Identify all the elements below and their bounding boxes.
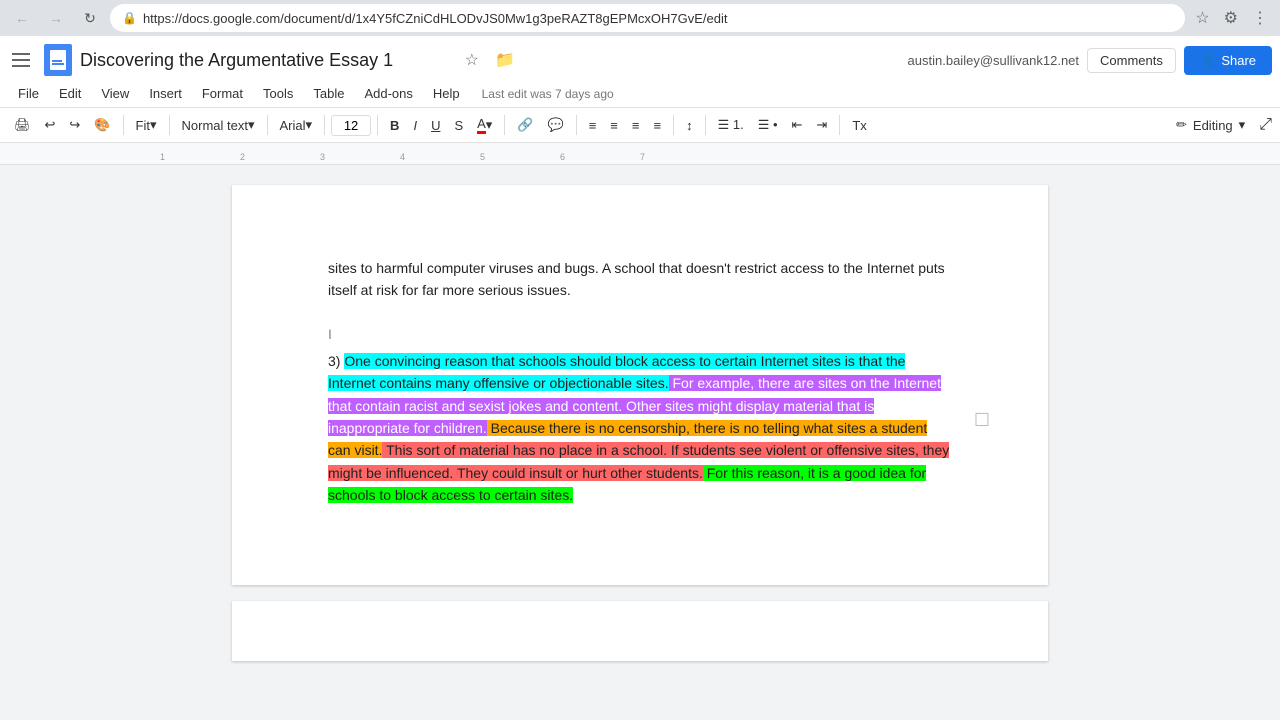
underline-button[interactable]: U	[425, 114, 446, 137]
ruler-mark-0: 1	[160, 152, 165, 162]
menu-file[interactable]: File	[8, 82, 49, 105]
folder-button[interactable]: 📁	[491, 48, 519, 72]
clear-format-button[interactable]: Tx	[846, 114, 872, 137]
text-color-button[interactable]: A ▾	[471, 112, 498, 138]
align-right-button[interactable]: ≡	[626, 114, 646, 137]
print-button[interactable]: 🖨	[8, 113, 37, 137]
formatting-toolbar: 🖨 ↩ ↪ 🎨 Fit ▾ Normal text ▾ Arial ▾ 12 B…	[0, 108, 1280, 143]
star-button[interactable]: ☆	[461, 48, 483, 72]
menu-addons[interactable]: Add-ons	[354, 82, 422, 105]
font-size-input[interactable]: 12	[331, 115, 371, 136]
back-button[interactable]: ←	[8, 4, 36, 32]
last-edit-text: Last edit was 7 days ago	[482, 87, 614, 101]
user-email: austin.bailey@sullivank12.net	[908, 53, 1079, 68]
extensions-icon[interactable]: ⚙	[1220, 4, 1242, 32]
zoom-selector[interactable]: Fit ▾	[130, 113, 163, 137]
title-row: Discovering the Argumentative Essay 1 ☆ …	[8, 40, 1272, 80]
document-page-1[interactable]: sites to harmful computer viruses and bu…	[232, 185, 1048, 585]
separator-2	[169, 115, 170, 135]
style-selector[interactable]: Normal text ▾	[176, 113, 261, 137]
separator-7	[576, 115, 577, 135]
ruler-mark-4: 5	[480, 152, 485, 162]
bold-button[interactable]: B	[384, 114, 405, 137]
separator-6	[504, 115, 505, 135]
menu-table[interactable]: Table	[303, 82, 354, 105]
align-justify-button[interactable]: ≡	[647, 114, 667, 137]
top-text-content: sites to harmful computer viruses and bu…	[328, 260, 945, 298]
line-spacing-button[interactable]: ↕	[680, 114, 699, 137]
menu-help[interactable]: Help	[423, 82, 470, 105]
bullet-list-button[interactable]: ☰ •	[752, 113, 784, 137]
indent-more-button[interactable]: ⇥	[810, 113, 833, 137]
address-bar[interactable]: 🔒 https://docs.google.com/document/d/1x4…	[110, 4, 1185, 32]
comments-button[interactable]: Comments	[1087, 48, 1176, 73]
separator-10	[839, 115, 840, 135]
ruler-mark-3: 4	[400, 152, 405, 162]
menu-tools[interactable]: Tools	[253, 82, 303, 105]
share-label: Share	[1221, 53, 1256, 68]
editing-label: Editing	[1193, 118, 1233, 133]
pencil-icon: ✏	[1176, 117, 1187, 133]
separator-5	[377, 115, 378, 135]
share-icon: 👤	[1200, 52, 1217, 69]
text-color-label: A	[477, 116, 486, 134]
share-button[interactable]: 👤 Share	[1184, 46, 1272, 75]
align-left-button[interactable]: ≡	[583, 114, 603, 137]
forward-button[interactable]: →	[42, 4, 70, 32]
menu-icon[interactable]: ⋮	[1248, 4, 1272, 32]
indent-less-button[interactable]: ⇤	[786, 113, 809, 137]
document-title[interactable]: Discovering the Argumentative Essay 1	[80, 50, 453, 71]
italic-button[interactable]: I	[407, 114, 423, 137]
ruler-mark-2: 3	[320, 152, 325, 162]
ruler-inner: 1 2 3 4 5 6 7	[160, 143, 1240, 164]
paragraph-3: 3) One convincing reason that schools sh…	[328, 350, 952, 507]
url-text: https://docs.google.com/document/d/1x4Y5…	[143, 11, 728, 26]
menu-view[interactable]: View	[91, 82, 139, 105]
menu-edit[interactable]: Edit	[49, 82, 91, 105]
menu-insert[interactable]: Insert	[139, 82, 192, 105]
docs-header: Discovering the Argumentative Essay 1 ☆ …	[0, 36, 1280, 108]
font-label: Arial	[280, 118, 306, 133]
bookmark-icon[interactable]: ☆	[1191, 4, 1213, 32]
text-cursor-area: I	[328, 326, 952, 342]
browser-chrome: ← → ↻ 🔒 https://docs.google.com/document…	[0, 0, 1280, 36]
editing-badge: ✏ Editing ▾ ⤢	[1176, 116, 1272, 134]
ruler-mark-1: 2	[240, 152, 245, 162]
undo-button[interactable]: ↩	[39, 113, 62, 137]
redo-button[interactable]: ↪	[63, 113, 86, 137]
separator-8	[673, 115, 674, 135]
secure-icon: 🔒	[122, 11, 137, 25]
align-center-button[interactable]: ≡	[604, 114, 624, 137]
ruler: 1 2 3 4 5 6 7	[0, 143, 1280, 165]
insert-link-button[interactable]: 🔗	[511, 113, 539, 137]
menu-bar: File Edit View Insert Format Tools Table…	[8, 80, 1272, 107]
separator-3	[267, 115, 268, 135]
separator-4	[324, 115, 325, 135]
document-area: sites to harmful computer viruses and bu…	[0, 165, 1280, 707]
document-content: sites to harmful computer viruses and bu…	[328, 257, 952, 507]
separator-9	[705, 115, 706, 135]
hamburger-menu[interactable]	[8, 46, 36, 74]
style-label: Normal text	[182, 118, 248, 133]
ruler-mark-6: 7	[640, 152, 645, 162]
paint-format-button[interactable]: 🎨	[88, 113, 116, 137]
editing-chevron: ▾	[1239, 117, 1246, 133]
paragraph-3-label: 3)	[328, 353, 340, 369]
font-selector[interactable]: Arial ▾	[274, 113, 319, 137]
insert-comment-button[interactable]: 💬	[542, 113, 570, 137]
paragraph-top: sites to harmful computer viruses and bu…	[328, 257, 952, 302]
separator-1	[123, 115, 124, 135]
fullscreen-icon: ⤢	[1259, 116, 1272, 134]
refresh-button[interactable]: ↻	[76, 4, 104, 32]
document-page-2	[232, 601, 1048, 661]
strikethrough-button[interactable]: S	[448, 114, 469, 137]
docs-logo	[44, 44, 72, 76]
menu-format[interactable]: Format	[192, 82, 253, 105]
ordered-list-button[interactable]: ☰ 1.	[712, 113, 750, 137]
zoom-label: Fit	[136, 118, 150, 133]
comment-sidebar-icon[interactable]: ☐	[974, 406, 990, 435]
ruler-mark-5: 6	[560, 152, 565, 162]
